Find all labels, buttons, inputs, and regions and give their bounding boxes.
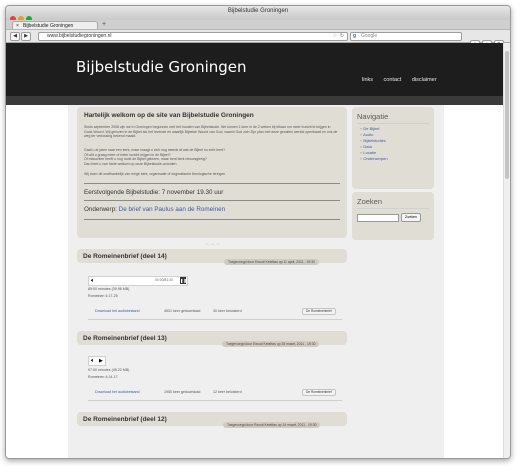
- category-tag[interactable]: De Romeinenbrief: [302, 308, 336, 315]
- subject-link[interactable]: De brief van Paulus aan de Romeinen: [119, 206, 225, 213]
- welcome-box: Hartelijk welkom op de site van Bijbelst…: [77, 107, 347, 238]
- divider: [88, 319, 342, 320]
- nav-disclaimer[interactable]: disclaimer: [412, 77, 437, 83]
- sidebar-item-onderwerpen[interactable]: Onderwerpen: [360, 156, 387, 162]
- audio-player[interactable]: 🔈︎ ▶: [88, 356, 106, 366]
- header-band: [6, 96, 504, 105]
- main-content: Hartelijk welkom op de site van Bijbelst…: [68, 105, 444, 458]
- welcome-line-4: Dan bent u van harte welkom op onze Bijb…: [84, 161, 178, 166]
- pause-icon[interactable]: ❚❚: [180, 277, 187, 284]
- toolbar: ◀ ▶ www.bijbelstudiegroningen.nl ☆ ↻ g Goog…: [6, 30, 510, 49]
- play-icon[interactable]: ▶: [99, 357, 103, 365]
- divider: [84, 183, 340, 184]
- download-count: 4531 keer gedownload: [164, 309, 201, 313]
- search-button[interactable]: Zoeken: [401, 213, 421, 222]
- tab-label: Bijbelstudie Groningen: [23, 23, 74, 29]
- sermon-title[interactable]: De Romeinenbrief (deel 14): [83, 253, 167, 260]
- search-heading: Zoeken: [357, 197, 383, 206]
- sermon-title[interactable]: De Romeinenbrief (deel 13): [83, 335, 167, 342]
- download-count: 1950 keer gedownload: [164, 390, 201, 394]
- sermon-title[interactable]: De Romeinenbrief (deel 12): [83, 416, 167, 423]
- reload-icon[interactable]: ↻: [340, 33, 344, 40]
- download-link[interactable]: Download het audiobestand: [95, 390, 140, 394]
- welcome-paragraph-1: Sinds september 2008 zijn we in Groninge…: [84, 125, 338, 139]
- sermon-byline: Toegevoegd door Ewout Keteltas op 28 maa…: [222, 341, 320, 347]
- site-nav: links contact disclaimer: [362, 77, 446, 83]
- subject: Onderwerp: De brief van Paulus aan de Ro…: [84, 206, 225, 213]
- sermon-passage: Romeinen 4:17-25: [88, 294, 118, 298]
- divider: [84, 200, 340, 201]
- bookmark-star-icon[interactable]: ☆: [333, 33, 337, 40]
- browser-window: Bijbelstudie Groningen × Bijbelstudie Gro…: [5, 5, 511, 459]
- close-tab-icon[interactable]: ×: [16, 22, 19, 30]
- welcome-heading: Hartelijk welkom op de site van Bijbelst…: [84, 112, 254, 119]
- title-bar: Bijbelstudie Groningen: [6, 6, 510, 22]
- google-search-placeholder: Google: [361, 33, 378, 39]
- new-tab-icon[interactable]: +: [102, 21, 106, 28]
- divider: [88, 400, 342, 401]
- sermon-duration: 97:00 minutes (45.22 MB): [88, 368, 130, 372]
- category-tag[interactable]: De Romeinenbrief: [302, 389, 336, 396]
- next-study: Eerstvolgende Bijbelstudie: 7 november 1…: [84, 189, 224, 196]
- search-input[interactable]: [357, 214, 399, 222]
- google-search-field[interactable]: g Google: [350, 32, 462, 41]
- back-button[interactable]: ◀: [10, 32, 20, 41]
- divider: [84, 219, 340, 220]
- scrollbar-thumb[interactable]: [505, 51, 509, 179]
- tab-bar: × Bijbelstudie Groningen +: [6, 20, 510, 30]
- player-time: 00:00/81:30: [155, 278, 173, 282]
- url-bar[interactable]: www.bijbelstudiegroningen.nl ☆ ↻: [38, 32, 348, 41]
- download-link[interactable]: Download het audiobestand: [95, 309, 140, 313]
- search-widget: Zoeken Zoeken: [352, 192, 434, 240]
- subject-label: Onderwerp:: [84, 206, 117, 213]
- ornament-divider: ~∽~: [205, 242, 221, 248]
- audio-player[interactable]: 🔈︎ 00:00/81:30 ❚❚: [88, 276, 188, 286]
- navigation-heading: Navigatie: [357, 112, 389, 121]
- window-title: Bijbelstudie Groningen: [227, 8, 289, 14]
- divider: [357, 123, 429, 124]
- nav-contact[interactable]: contact: [384, 77, 402, 83]
- tab-bijbelstudie[interactable]: × Bijbelstudie Groningen: [12, 21, 98, 29]
- navigation-widget: Navigatie De Bijbel Audio Bijbelstudies …: [352, 107, 434, 189]
- page-viewport: Bijbelstudie Groningen links contact dis…: [6, 43, 510, 458]
- listen-count: 12 keer beluisterd: [213, 390, 242, 394]
- welcome-paragraph-2: Gaat u al jaren naar een kerk, maar vraa…: [84, 148, 339, 166]
- sermon-passage: Romeinen 4:14-17: [88, 375, 118, 379]
- nav-links[interactable]: links: [362, 77, 373, 83]
- sermon-byline: Toegevoegd door Ewout Keteltas op 14 maa…: [223, 422, 321, 428]
- divider: [357, 208, 429, 209]
- sermon-byline: Toegevoegd door Ewout Keteltas op 11 apr…: [224, 259, 319, 265]
- site-header: Bijbelstudie Groningen links contact dis…: [6, 43, 504, 96]
- forward-button[interactable]: ▶: [21, 32, 31, 41]
- welcome-paragraph-3: Wij doen dit onafhankelijk van enige ker…: [84, 172, 226, 176]
- sermon-duration: 85:00 minutes (39.98 MB): [88, 287, 130, 291]
- scrollbar[interactable]: [503, 43, 510, 458]
- google-icon: g: [353, 33, 357, 39]
- volume-icon[interactable]: 🔈︎: [91, 357, 95, 365]
- site-title[interactable]: Bijbelstudie Groningen: [76, 58, 247, 76]
- listen-count: 30 keer beluisterd: [213, 309, 242, 313]
- volume-icon[interactable]: 🔈︎: [91, 277, 95, 285]
- navigation-list: De Bijbel Audio Bijbelstudies Data Locat…: [360, 126, 387, 162]
- url-text: www.bijbelstudiegroningen.nl: [47, 33, 112, 39]
